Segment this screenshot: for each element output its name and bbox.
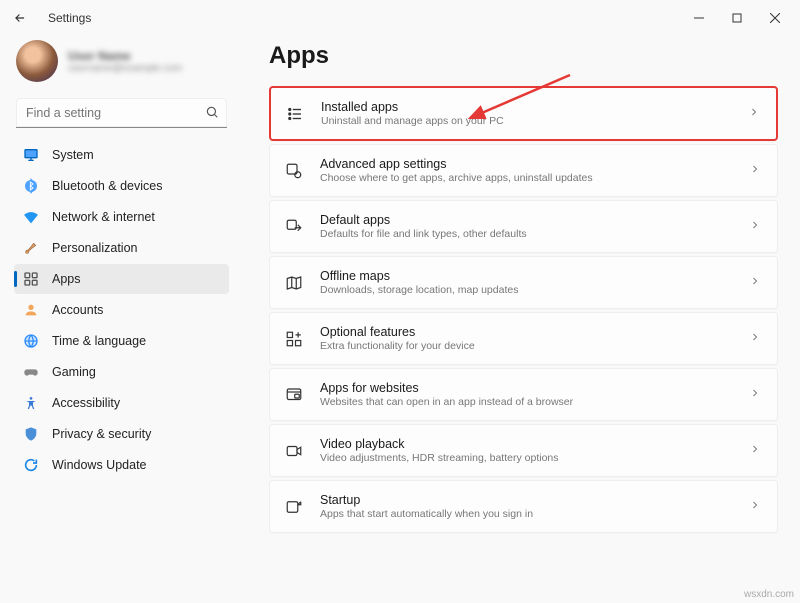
apps-icon (22, 270, 40, 288)
bluetooth-icon (22, 177, 40, 195)
sidebar-item-time-language[interactable]: Time & language (14, 326, 229, 356)
sidebar-item-label: Personalization (52, 241, 137, 255)
page-title: Apps (269, 42, 778, 70)
card-startup[interactable]: Startup Apps that start automatically wh… (269, 480, 778, 533)
sidebar-item-label: Gaming (52, 365, 96, 379)
close-button[interactable] (756, 4, 794, 32)
chevron-right-icon (749, 498, 761, 516)
globe-icon (22, 332, 40, 350)
card-title: Default apps (320, 213, 749, 227)
chevron-right-icon (749, 330, 761, 348)
sidebar-item-label: Windows Update (52, 458, 147, 472)
card-subtitle: Choose where to get apps, archive apps, … (320, 172, 749, 184)
back-arrow-icon (13, 11, 27, 25)
main-panel: Apps Installed apps Uninstall and manage… (235, 36, 800, 603)
sidebar-item-gaming[interactable]: Gaming (14, 357, 229, 387)
avatar (16, 40, 58, 82)
card-installed-apps[interactable]: Installed apps Uninstall and manage apps… (269, 86, 778, 141)
sidebar-item-label: Bluetooth & devices (52, 179, 163, 193)
minimize-button[interactable] (680, 4, 718, 32)
card-subtitle: Apps that start automatically when you s… (320, 508, 749, 520)
chevron-right-icon (749, 274, 761, 292)
map-icon (284, 273, 304, 293)
card-title: Apps for websites (320, 381, 749, 395)
search-input[interactable] (16, 98, 227, 128)
sidebar-item-label: Privacy & security (52, 427, 151, 441)
sidebar-item-network[interactable]: Network & internet (14, 202, 229, 232)
card-title: Startup (320, 493, 749, 507)
card-subtitle: Defaults for file and link types, other … (320, 228, 749, 240)
chevron-right-icon (749, 442, 761, 460)
titlebar: Settings (0, 0, 800, 36)
maximize-button[interactable] (718, 4, 756, 32)
chevron-right-icon (749, 218, 761, 236)
card-title: Advanced app settings (320, 157, 749, 171)
nav-list: System Bluetooth & devices Network & int… (14, 140, 229, 480)
app-gear-icon (284, 161, 304, 181)
update-icon (22, 456, 40, 474)
sidebar-item-label: Accounts (52, 303, 103, 317)
sidebar-item-personalization[interactable]: Personalization (14, 233, 229, 263)
card-optional-features[interactable]: Optional features Extra functionality fo… (269, 312, 778, 365)
window-controls (680, 4, 794, 32)
card-subtitle: Websites that can open in an app instead… (320, 396, 749, 408)
sidebar-item-privacy[interactable]: Privacy & security (14, 419, 229, 449)
list-icon (285, 104, 305, 124)
chevron-right-icon (748, 105, 760, 123)
default-apps-icon (284, 217, 304, 237)
minimize-icon (694, 13, 704, 23)
window-title: Settings (48, 11, 91, 25)
card-title: Offline maps (320, 269, 749, 283)
sidebar-item-bluetooth[interactable]: Bluetooth & devices (14, 171, 229, 201)
sidebar-item-label: Apps (52, 272, 81, 286)
search-icon (205, 105, 219, 124)
sidebar-item-apps[interactable]: Apps (14, 264, 229, 294)
back-button[interactable] (6, 4, 34, 32)
accessibility-icon (22, 394, 40, 412)
sidebar-item-label: Time & language (52, 334, 146, 348)
profile-name: User Name (68, 49, 182, 63)
chevron-right-icon (749, 162, 761, 180)
card-subtitle: Uninstall and manage apps on your PC (321, 115, 748, 127)
search-wrap (16, 98, 227, 128)
maximize-icon (732, 13, 742, 23)
system-icon (22, 146, 40, 164)
profile-block[interactable]: User Name username@example.com (14, 36, 229, 96)
card-offline-maps[interactable]: Offline maps Downloads, storage location… (269, 256, 778, 309)
video-icon (284, 441, 304, 461)
sidebar-item-accounts[interactable]: Accounts (14, 295, 229, 325)
card-advanced-app-settings[interactable]: Advanced app settings Choose where to ge… (269, 144, 778, 197)
person-icon (22, 301, 40, 319)
startup-icon (284, 497, 304, 517)
sidebar: User Name username@example.com System Bl… (0, 36, 235, 603)
card-subtitle: Downloads, storage location, map updates (320, 284, 749, 296)
watermark: wsxdn.com (744, 589, 794, 600)
card-subtitle: Video adjustments, HDR streaming, batter… (320, 452, 749, 464)
shield-icon (22, 425, 40, 443)
card-subtitle: Extra functionality for your device (320, 340, 749, 352)
profile-email: username@example.com (68, 63, 182, 74)
sidebar-item-label: System (52, 148, 94, 162)
sidebar-item-label: Network & internet (52, 210, 155, 224)
brush-icon (22, 239, 40, 257)
chevron-right-icon (749, 386, 761, 404)
close-icon (770, 13, 780, 23)
wifi-icon (22, 208, 40, 226)
card-title: Installed apps (321, 100, 748, 114)
sidebar-item-windows-update[interactable]: Windows Update (14, 450, 229, 480)
card-apps-for-websites[interactable]: Apps for websites Websites that can open… (269, 368, 778, 421)
sidebar-item-accessibility[interactable]: Accessibility (14, 388, 229, 418)
website-app-icon (284, 385, 304, 405)
grid-plus-icon (284, 329, 304, 349)
gamepad-icon (22, 363, 40, 381)
card-title: Optional features (320, 325, 749, 339)
sidebar-item-system[interactable]: System (14, 140, 229, 170)
card-default-apps[interactable]: Default apps Defaults for file and link … (269, 200, 778, 253)
card-title: Video playback (320, 437, 749, 451)
card-list: Installed apps Uninstall and manage apps… (269, 86, 778, 533)
card-video-playback[interactable]: Video playback Video adjustments, HDR st… (269, 424, 778, 477)
sidebar-item-label: Accessibility (52, 396, 120, 410)
